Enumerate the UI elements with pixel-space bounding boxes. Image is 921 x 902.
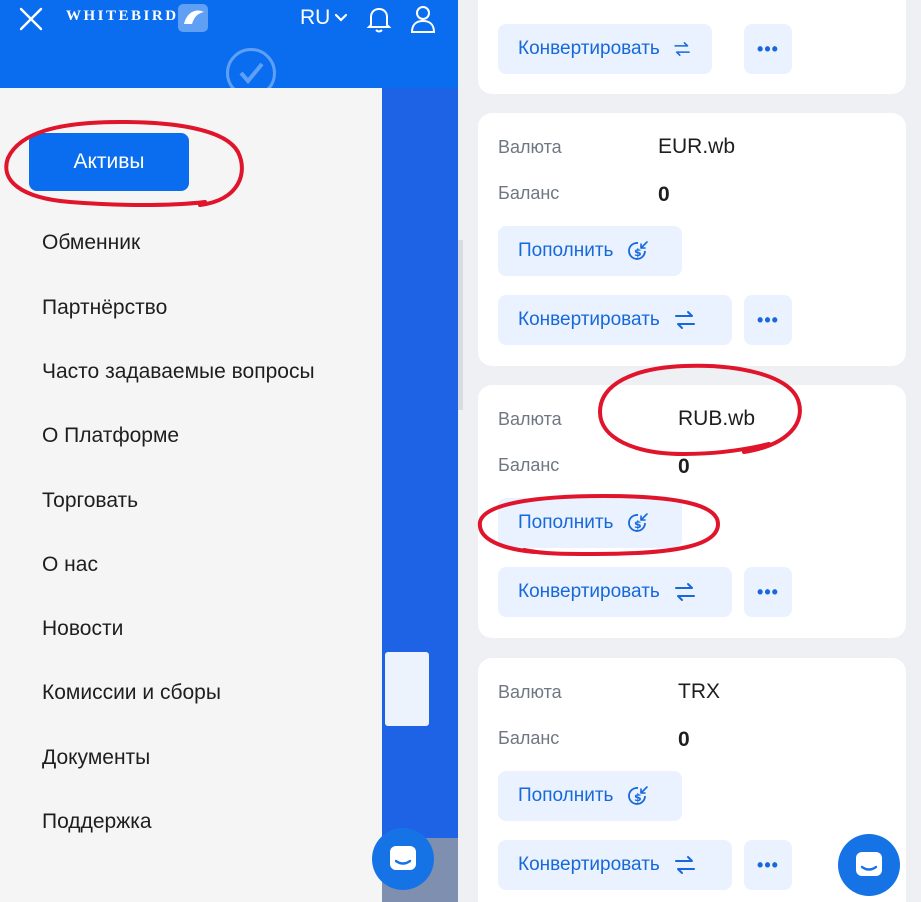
balance-value: 0 xyxy=(678,455,690,478)
brand-logo-text: WHITEBIRD xyxy=(66,8,179,24)
balance-label: Баланс xyxy=(498,728,560,748)
sidebar-item-about-platform[interactable]: О Платформе xyxy=(42,424,179,448)
language-selector[interactable]: RU xyxy=(300,6,348,30)
currency-value: EUR.wb xyxy=(658,135,736,158)
bird-logo-icon xyxy=(178,4,208,32)
balance-label: Баланс xyxy=(498,183,560,203)
navigation-drawer: Активы Обменник Партнёрство Часто задава… xyxy=(0,88,382,902)
sidebar-item-fees[interactable]: Комиссии и сборы xyxy=(42,681,221,705)
chat-button[interactable] xyxy=(372,828,434,890)
convert-label: Конвертировать xyxy=(518,854,660,875)
chevron-down-icon xyxy=(335,13,348,22)
background-card xyxy=(385,652,429,726)
currency-label: Валюта xyxy=(498,682,562,702)
chat-icon xyxy=(856,852,882,876)
deposit-button[interactable]: Пополнить $ xyxy=(498,226,682,276)
sidebar-item-exchanger[interactable]: Обменник xyxy=(42,231,140,255)
sidebar-item-assets[interactable]: Активы xyxy=(29,133,189,191)
deposit-label: Пополнить xyxy=(518,512,614,533)
background-page-strip xyxy=(382,88,458,902)
assets-page: Конвертировать ••• Валюта EUR.wb Баланс … xyxy=(458,0,921,902)
deposit-coin-icon: $ xyxy=(628,786,649,805)
convert-button[interactable]: Конвертировать xyxy=(498,567,732,617)
convert-label: Конвертировать xyxy=(518,38,660,59)
convert-label: Конвертировать xyxy=(518,309,660,330)
deposit-button[interactable]: Пополнить $ xyxy=(498,498,682,548)
sidebar-item-documents[interactable]: Документы xyxy=(42,746,150,770)
currency-value: RUB.wb xyxy=(678,407,756,430)
asset-card: Конвертировать ••• xyxy=(478,0,906,94)
sidebar-item-support[interactable]: Поддержка xyxy=(42,810,152,834)
more-options-button[interactable]: ••• xyxy=(744,567,792,617)
asset-card: Валюта RUB.wb Баланс 0 Пополнить $ Конве… xyxy=(478,385,906,638)
sidebar-item-partnership[interactable]: Партнёрство xyxy=(42,296,167,320)
balance-value: 0 xyxy=(678,728,690,751)
deposit-coin-icon: $ xyxy=(628,513,649,532)
deposit-button[interactable]: Пополнить $ xyxy=(498,771,682,821)
sidebar-item-news[interactable]: Новости xyxy=(42,617,123,641)
chat-button[interactable] xyxy=(838,834,900,896)
scroll-edge xyxy=(458,240,463,410)
deposit-coin-icon: $ xyxy=(628,241,649,260)
user-icon[interactable] xyxy=(410,4,436,34)
currency-value: TRX xyxy=(678,680,720,703)
asset-card: Валюта EUR.wb Баланс 0 Пополнить $ Конве… xyxy=(478,113,906,366)
more-options-button[interactable]: ••• xyxy=(744,840,792,890)
sidebar-item-trade[interactable]: Торговать xyxy=(42,489,138,513)
balance-label: Баланс xyxy=(498,455,560,475)
more-options-button[interactable]: ••• xyxy=(744,295,792,345)
close-icon[interactable] xyxy=(18,6,44,32)
bell-icon[interactable] xyxy=(366,4,392,34)
swap-arrows-icon xyxy=(674,856,695,874)
convert-button[interactable]: Конвертировать xyxy=(498,24,712,74)
deposit-label: Пополнить xyxy=(518,785,614,806)
sidebar-item-faq[interactable]: Часто задаваемые вопросы xyxy=(42,360,315,384)
balance-value: 0 xyxy=(658,183,670,206)
sidebar-item-about-us[interactable]: О нас xyxy=(42,553,98,577)
convert-label: Конвертировать xyxy=(518,581,660,602)
currency-label: Валюта xyxy=(498,409,562,429)
swap-arrows-icon xyxy=(674,42,690,56)
swap-arrows-icon xyxy=(674,583,695,601)
deposit-label: Пополнить xyxy=(518,240,614,261)
app-header: WHITEBIRD RU xyxy=(0,0,458,98)
convert-button[interactable]: Конвертировать xyxy=(498,840,732,890)
convert-button[interactable]: Конвертировать xyxy=(498,295,732,345)
more-options-button[interactable]: ••• xyxy=(744,24,792,74)
left-panel: WHITEBIRD RU Активы Обменник Партнёрство… xyxy=(0,0,458,902)
currency-label: Валюта xyxy=(498,137,562,157)
swap-arrows-icon xyxy=(674,311,695,329)
chat-icon xyxy=(390,846,416,870)
language-label: RU xyxy=(300,6,331,29)
